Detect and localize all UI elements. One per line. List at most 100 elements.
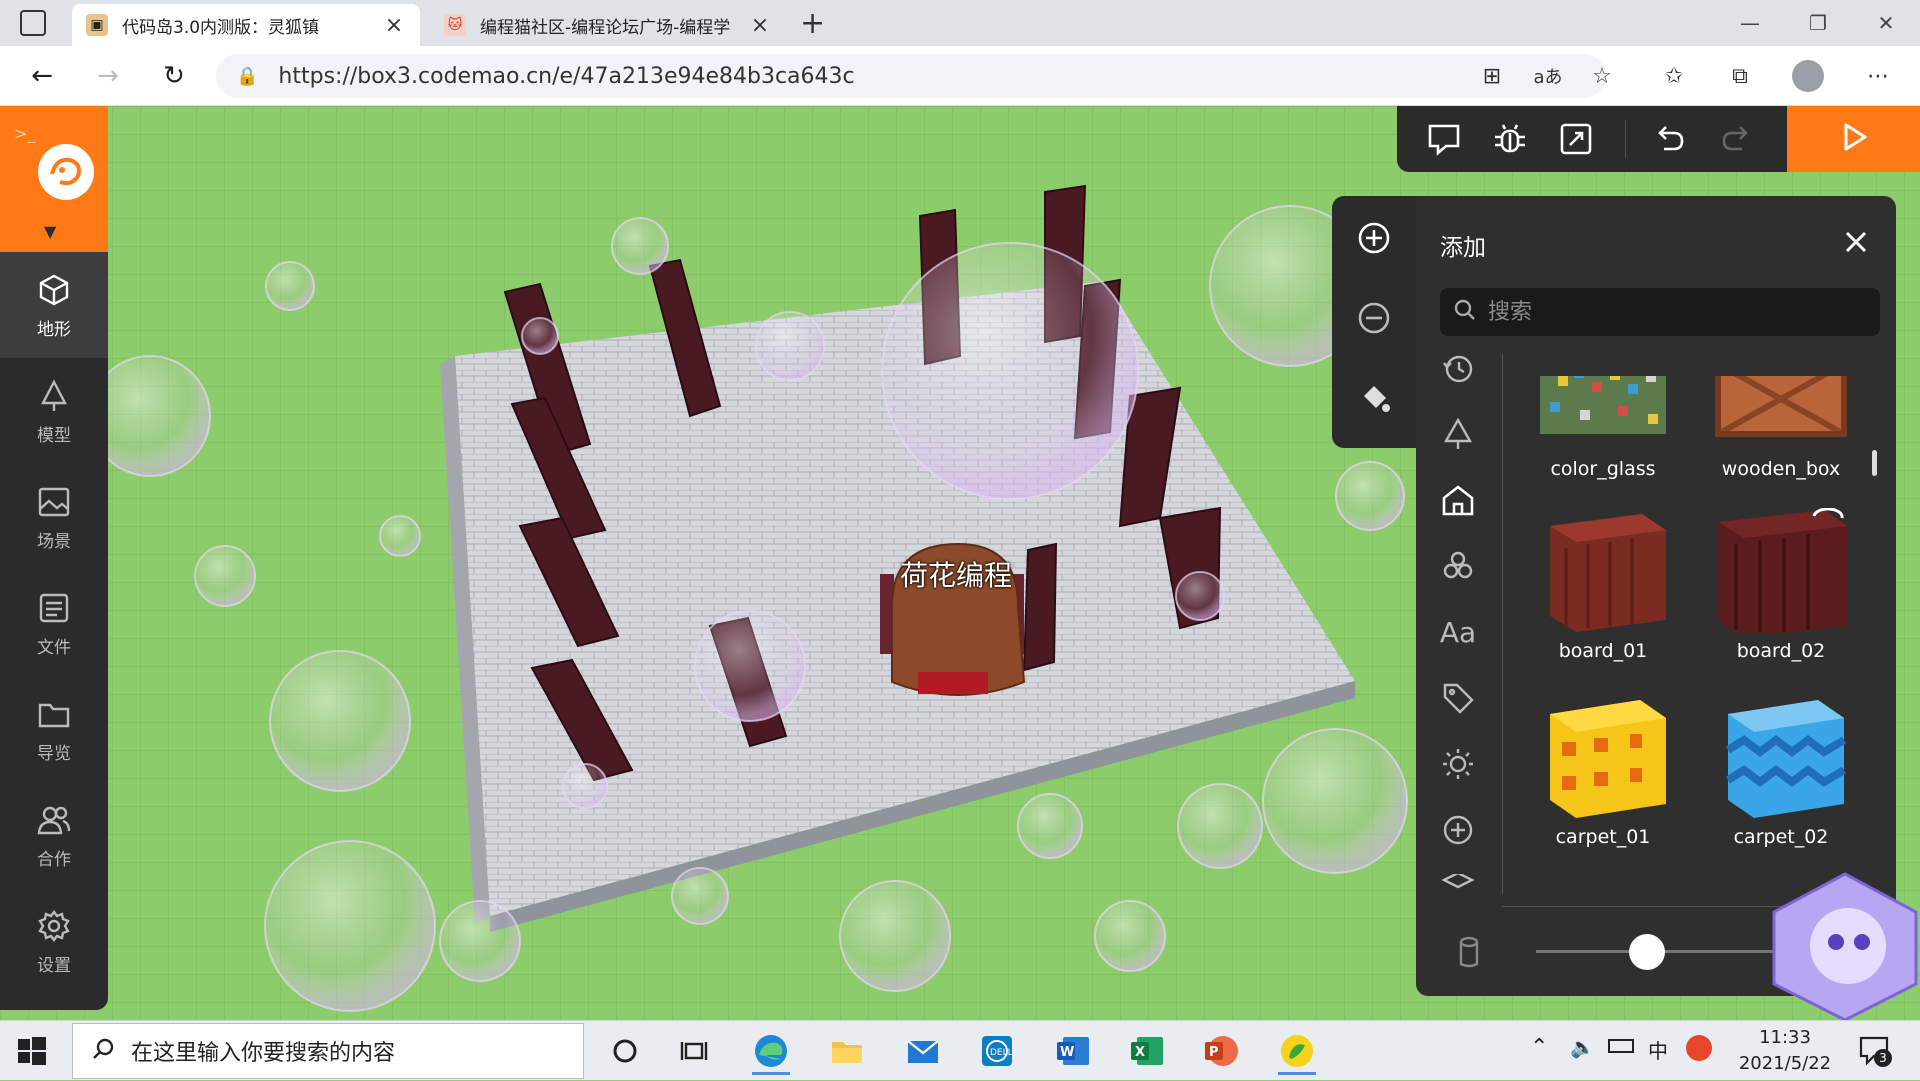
block-name: wooden_box <box>1721 458 1841 480</box>
redo-icon[interactable] <box>1713 116 1759 162</box>
block-item-board-02[interactable]: board_02 <box>1694 508 1864 678</box>
plus-circle-icon[interactable] <box>1436 808 1480 852</box>
block-item-color-glass[interactable]: color_glass <box>1516 376 1686 496</box>
debug-bug-icon[interactable] <box>1487 116 1533 162</box>
refresh-icon[interactable]: ↻ <box>154 56 194 96</box>
close-tab-icon[interactable]: × <box>748 13 772 38</box>
block-grid: color_glass wooden_box board_01 board_02… <box>1516 376 1876 906</box>
text-icon[interactable]: Aa <box>1436 610 1480 654</box>
restore-icon[interactable]: ❐ <box>1784 0 1852 46</box>
tag-icon[interactable] <box>1436 676 1480 720</box>
forward-icon[interactable]: → <box>88 56 128 96</box>
remove-block-icon[interactable] <box>1352 296 1396 340</box>
search-icon <box>91 1037 115 1065</box>
sidebar-item-guide[interactable]: 导览 <box>0 676 108 782</box>
chevron-up-icon[interactable]: ⌃ <box>1530 1035 1548 1060</box>
new-tab-icon[interactable]: + <box>800 6 825 41</box>
favorites-icon[interactable]: ✩ <box>1654 56 1694 96</box>
add-favorite-icon[interactable]: ☆ <box>1582 56 1622 96</box>
collections-icon[interactable]: ⧉ <box>1720 56 1760 96</box>
cortana-icon[interactable] <box>600 1027 650 1075</box>
word-icon[interactable]: W <box>1048 1027 1098 1075</box>
search-box <box>1440 288 1880 336</box>
block-name: board_01 <box>1558 640 1648 662</box>
tab-title: 编程猫社区-编程论坛广场-编程学 <box>480 17 731 38</box>
cube-icon <box>35 271 73 309</box>
tab-actions-icon[interactable] <box>20 10 46 36</box>
dell-app-icon[interactable]: DELL <box>972 1027 1022 1075</box>
browser-tab-bar: ▣ 代码岛3.0内测版：灵狐镇 × 🐱 编程猫社区-编程论坛广场-编程学 × +… <box>0 0 1920 46</box>
grid-scrollbar[interactable] <box>1872 450 1877 476</box>
mail-icon[interactable] <box>898 1027 948 1075</box>
block-item-carpet-01[interactable]: carpet_01 <box>1516 694 1686 864</box>
svg-text:X: X <box>1135 1045 1145 1060</box>
slider-knob[interactable] <box>1629 934 1665 970</box>
terminal-icon: >_ <box>14 124 36 143</box>
tab-codemao-island[interactable]: ▣ 代码岛3.0内测版：灵狐镇 × <box>72 4 420 46</box>
sidebar-item-cooperate[interactable]: 合作 <box>0 782 108 888</box>
chevron-down-icon[interactable]: ▼ <box>44 222 56 241</box>
powerpoint-icon[interactable]: P <box>1196 1027 1246 1075</box>
block-name: color_glass <box>1550 458 1656 480</box>
fullscreen-icon[interactable] <box>1553 116 1599 162</box>
volume-icon[interactable]: 🔈 <box>1570 1035 1595 1059</box>
minimize-icon[interactable]: — <box>1716 0 1784 46</box>
comment-icon[interactable] <box>1421 116 1467 162</box>
windows-start-icon[interactable] <box>14 1033 50 1069</box>
panel-title: 添加 <box>1440 235 1486 261</box>
block-item-wooden-box[interactable]: wooden_box <box>1694 376 1864 496</box>
block-thumbnail <box>1725 700 1847 818</box>
close-tab-icon[interactable]: × <box>382 13 406 38</box>
windows-taskbar: 在这里输入你要搜索的内容 DELL W X P ⌃ 🔈 中 11:33 2021… <box>0 1020 1920 1080</box>
assistant-mascot[interactable] <box>1770 872 1920 1022</box>
block-thumbnail <box>1718 508 1848 633</box>
back-icon[interactable]: ← <box>22 56 62 96</box>
cluster-icon[interactable] <box>1436 544 1480 588</box>
app-grid-icon[interactable]: ⊞ <box>1472 56 1512 96</box>
file-explorer-icon[interactable] <box>822 1027 872 1075</box>
layers-icon[interactable] <box>1436 874 1480 896</box>
close-panel-icon[interactable] <box>1836 222 1876 262</box>
close-window-icon[interactable]: ✕ <box>1852 0 1920 46</box>
notification-center-icon[interactable]: 3 <box>1858 1035 1892 1067</box>
sidebar-item-settings[interactable]: 设置 <box>0 888 108 994</box>
cat-favicon-icon: 🐱 <box>444 14 466 36</box>
history-icon[interactable] <box>1436 346 1480 390</box>
svg-text:DELL: DELL <box>990 1048 1013 1058</box>
battery-icon[interactable] <box>1608 1039 1634 1053</box>
block-item-carpet-02[interactable]: carpet_02 <box>1694 694 1864 864</box>
sogou-ime-icon[interactable] <box>1686 1035 1712 1061</box>
sidebar-item-model[interactable]: 模型 <box>0 358 108 464</box>
taskbar-search-placeholder: 在这里输入你要搜索的内容 <box>131 1041 396 1066</box>
undo-icon[interactable] <box>1647 116 1693 162</box>
block-item-board-01[interactable]: board_01 <box>1516 508 1686 678</box>
home-icon[interactable] <box>1436 478 1480 522</box>
block-thumbnail <box>1550 700 1666 818</box>
url-field[interactable]: 🔒 https://box3.codemao.cn/e/47a213e94e84… <box>216 54 1606 98</box>
tree-icon[interactable] <box>1436 412 1480 456</box>
task-view-icon[interactable] <box>670 1027 720 1075</box>
sidebar-item-terrain[interactable]: 地形 <box>0 252 108 358</box>
excel-icon[interactable]: X <box>1122 1027 1172 1075</box>
category-column: Aa <box>1416 346 1502 896</box>
codemao-app-icon[interactable] <box>1272 1027 1322 1075</box>
run-button[interactable] <box>1787 106 1920 172</box>
ime-indicator[interactable]: 中 <box>1648 1035 1668 1064</box>
taskbar-search[interactable]: 在这里输入你要搜索的内容 <box>72 1023 584 1079</box>
sidebar-item-scene[interactable]: 场景 <box>0 464 108 570</box>
search-input[interactable] <box>1486 298 1866 326</box>
add-block-icon[interactable] <box>1352 216 1396 260</box>
edge-browser-icon[interactable] <box>746 1027 796 1075</box>
tab-codemao-community[interactable]: 🐱 编程猫社区-编程论坛广场-编程学 × <box>430 4 786 46</box>
sidebar-item-file[interactable]: 文件 <box>0 570 108 676</box>
gear-icon <box>35 907 73 945</box>
sidebar-item-label: 文件 <box>37 637 71 658</box>
system-clock[interactable]: 11:33 2021/5/22 <box>1730 1025 1840 1077</box>
profile-avatar[interactable] <box>1788 56 1828 96</box>
paint-bucket-icon[interactable] <box>1352 376 1396 420</box>
sidebar-item-label: 设置 <box>37 955 71 976</box>
logo-area[interactable]: >_ ▼ <box>0 106 108 252</box>
more-menu-icon[interactable]: ⋯ <box>1858 56 1898 96</box>
read-aloud-icon[interactable]: aあ <box>1528 56 1568 96</box>
sun-icon[interactable] <box>1436 742 1480 786</box>
